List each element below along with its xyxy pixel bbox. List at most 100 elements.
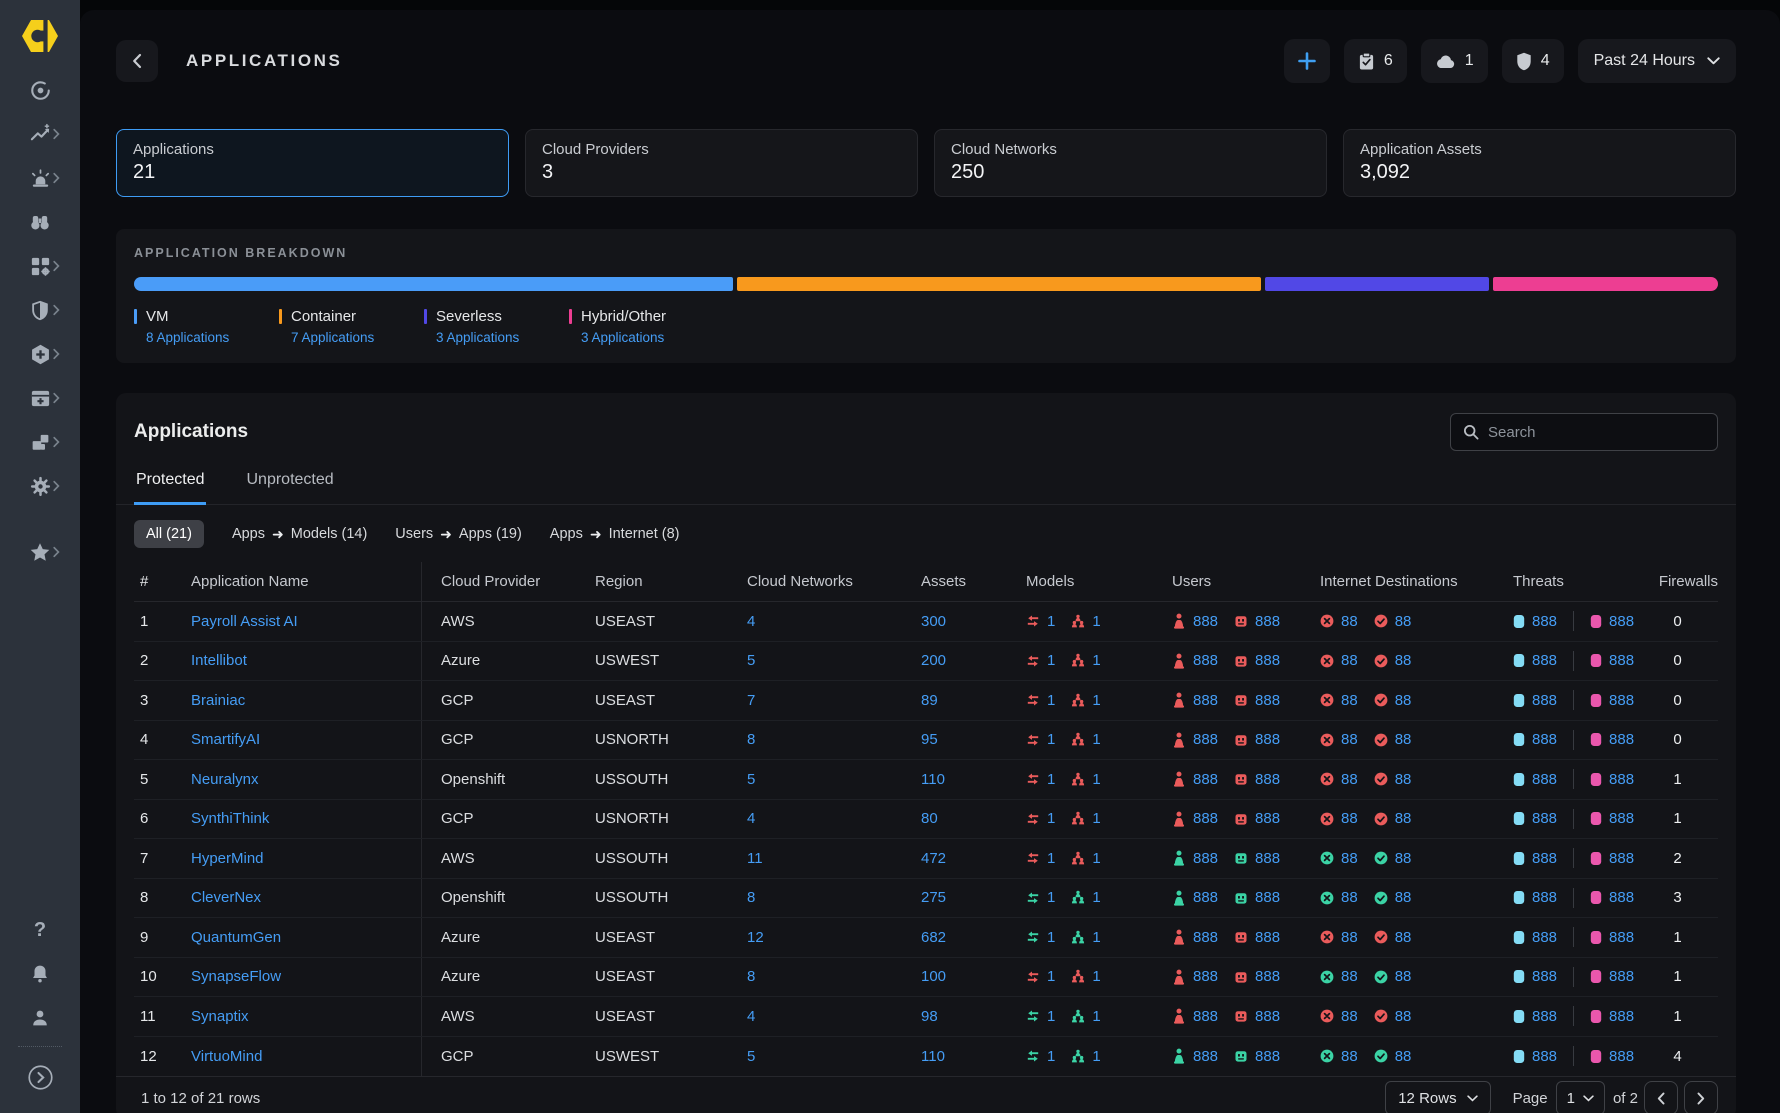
app-name-link[interactable]: Neuralynx xyxy=(191,771,259,788)
count-link[interactable]: 88 xyxy=(1341,731,1358,748)
count-link[interactable]: 888 xyxy=(1609,771,1634,788)
count-link[interactable]: 888 xyxy=(1609,731,1634,748)
sidebar-item-discovery[interactable] xyxy=(0,200,80,244)
count-link[interactable]: 1 xyxy=(1092,771,1100,788)
breakdown-segment-hybridother[interactable] xyxy=(1493,277,1718,291)
cloud-networks-link[interactable]: 8 xyxy=(747,968,755,985)
count-link[interactable]: 88 xyxy=(1395,652,1412,669)
count-link[interactable]: 1 xyxy=(1092,652,1100,669)
count-link[interactable]: 888 xyxy=(1255,652,1280,669)
app-name-link[interactable]: Payroll Assist AI xyxy=(191,613,298,630)
app-name-link[interactable]: HyperMind xyxy=(191,850,264,867)
sidebar-item-settings[interactable] xyxy=(0,464,80,508)
assets-link[interactable]: 300 xyxy=(921,613,946,630)
count-link[interactable]: 888 xyxy=(1532,1048,1557,1065)
count-link[interactable]: 888 xyxy=(1255,1008,1280,1025)
legend-count-link[interactable]: 8 Applications xyxy=(146,330,279,345)
count-link[interactable]: 888 xyxy=(1532,889,1557,906)
count-link[interactable]: 1 xyxy=(1047,810,1055,827)
assets-link[interactable]: 200 xyxy=(921,652,946,669)
clouds-button[interactable]: 1 xyxy=(1421,39,1488,83)
count-link[interactable]: 88 xyxy=(1341,1008,1358,1025)
count-link[interactable]: 888 xyxy=(1255,731,1280,748)
count-link[interactable]: 1 xyxy=(1047,652,1055,669)
app-name-link[interactable]: Brainiac xyxy=(191,692,245,709)
count-link[interactable]: 1 xyxy=(1092,889,1100,906)
sidebar-item-workloads[interactable] xyxy=(0,420,80,464)
count-link[interactable]: 888 xyxy=(1193,968,1218,985)
filter-pill-1[interactable]: Apps➜Models (14) xyxy=(232,526,367,543)
count-link[interactable]: 888 xyxy=(1532,810,1557,827)
count-link[interactable]: 1 xyxy=(1047,692,1055,709)
count-link[interactable]: 888 xyxy=(1532,1008,1557,1025)
count-link[interactable]: 888 xyxy=(1255,771,1280,788)
column-header-assets[interactable]: Assets xyxy=(893,562,998,601)
count-link[interactable]: 888 xyxy=(1255,810,1280,827)
app-name-link[interactable]: Synaptix xyxy=(191,1008,249,1025)
page-number-dropdown[interactable]: 1 xyxy=(1556,1081,1605,1113)
prev-page-button[interactable] xyxy=(1644,1081,1678,1113)
help-button[interactable]: ? xyxy=(0,908,80,952)
count-link[interactable]: 888 xyxy=(1532,968,1557,985)
count-link[interactable]: 88 xyxy=(1395,613,1412,630)
cloud-networks-link[interactable]: 4 xyxy=(747,1008,755,1025)
count-link[interactable]: 1 xyxy=(1047,771,1055,788)
shields-button[interactable]: 4 xyxy=(1502,39,1564,83)
cloud-networks-link[interactable]: 5 xyxy=(747,1048,755,1065)
count-link[interactable]: 888 xyxy=(1609,652,1634,669)
count-link[interactable]: 1 xyxy=(1047,929,1055,946)
sidebar-item-applications[interactable] xyxy=(0,376,80,420)
count-link[interactable]: 888 xyxy=(1255,968,1280,985)
notifications-button[interactable] xyxy=(0,952,80,996)
count-link[interactable]: 1 xyxy=(1047,1048,1055,1065)
count-link[interactable]: 888 xyxy=(1532,731,1557,748)
count-link[interactable]: 888 xyxy=(1193,1048,1218,1065)
column-header-cloud-provider[interactable]: Cloud Provider xyxy=(422,562,591,601)
count-link[interactable]: 888 xyxy=(1193,1008,1218,1025)
count-link[interactable]: 1 xyxy=(1047,850,1055,867)
count-link[interactable]: 888 xyxy=(1532,771,1557,788)
column-header-cloud-networks[interactable]: Cloud Networks xyxy=(741,562,893,601)
count-link[interactable]: 88 xyxy=(1395,771,1412,788)
column-header-threats[interactable]: Threats xyxy=(1485,562,1637,601)
count-link[interactable]: 1 xyxy=(1047,968,1055,985)
count-link[interactable]: 888 xyxy=(1193,731,1218,748)
legend-count-link[interactable]: 3 Applications xyxy=(581,330,714,345)
back-button[interactable] xyxy=(116,40,158,82)
count-link[interactable]: 1 xyxy=(1092,929,1100,946)
breakdown-segment-vm[interactable] xyxy=(134,277,733,291)
count-link[interactable]: 88 xyxy=(1341,929,1358,946)
cloud-networks-link[interactable]: 7 xyxy=(747,692,755,709)
count-link[interactable]: 88 xyxy=(1395,1048,1412,1065)
profile-button[interactable] xyxy=(0,996,80,1040)
count-link[interactable]: 1 xyxy=(1092,810,1100,827)
cloud-networks-link[interactable]: 5 xyxy=(747,771,755,788)
cloud-networks-link[interactable]: 5 xyxy=(747,652,755,669)
assets-link[interactable]: 472 xyxy=(921,850,946,867)
legend-count-link[interactable]: 7 Applications xyxy=(291,330,424,345)
sidebar-item-security[interactable] xyxy=(0,288,80,332)
count-link[interactable]: 888 xyxy=(1193,929,1218,946)
count-link[interactable]: 888 xyxy=(1609,889,1634,906)
count-link[interactable]: 88 xyxy=(1395,1008,1412,1025)
rows-per-page-dropdown[interactable]: 12 Rows xyxy=(1385,1081,1490,1113)
count-link[interactable]: 88 xyxy=(1341,1048,1358,1065)
column-header-internet-destinations[interactable]: Internet Destinations xyxy=(1292,562,1485,601)
app-name-link[interactable]: SynthiThink xyxy=(191,810,269,827)
legend-count-link[interactable]: 3 Applications xyxy=(436,330,569,345)
assets-link[interactable]: 95 xyxy=(921,731,938,748)
tasks-button[interactable]: 6 xyxy=(1344,39,1407,83)
breakdown-segment-severless[interactable] xyxy=(1265,277,1490,291)
count-link[interactable]: 888 xyxy=(1609,968,1634,985)
assets-link[interactable]: 110 xyxy=(921,771,945,788)
app-name-link[interactable]: CleverNex xyxy=(191,889,261,906)
count-link[interactable]: 88 xyxy=(1395,692,1412,709)
count-link[interactable]: 888 xyxy=(1193,850,1218,867)
count-link[interactable]: 888 xyxy=(1609,850,1634,867)
app-name-link[interactable]: Intellibot xyxy=(191,652,247,669)
count-link[interactable]: 1 xyxy=(1092,1008,1100,1025)
sidebar-item-favorites[interactable] xyxy=(0,530,80,574)
count-link[interactable]: 888 xyxy=(1609,692,1634,709)
count-link[interactable]: 88 xyxy=(1341,692,1358,709)
column-header-region[interactable]: Region xyxy=(591,562,741,601)
